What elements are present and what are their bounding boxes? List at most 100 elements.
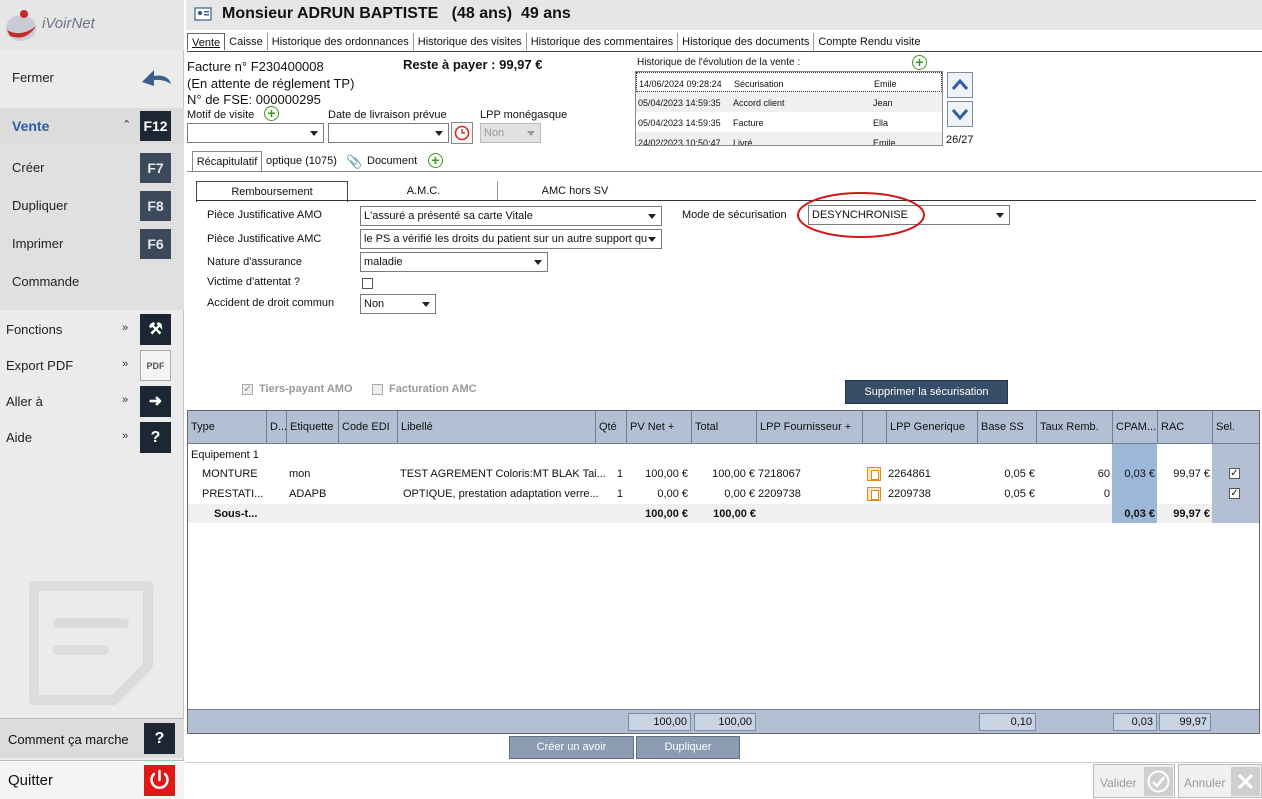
th-lpp-icon[interactable] — [862, 411, 886, 444]
nature-select[interactable]: maladie — [360, 252, 548, 272]
th-lpp-fournisseur[interactable]: LPP Fournisseur + — [756, 411, 862, 444]
victime-checkbox[interactable] — [362, 278, 373, 289]
inner-tab-divider — [196, 200, 1256, 201]
th-base-ss[interactable]: Base SS — [977, 411, 1036, 444]
history-down-button[interactable] — [947, 101, 973, 127]
back-arrow-icon — [142, 70, 171, 86]
history-date: 14/06/2024 09:28:24 — [639, 79, 722, 89]
th-cpam[interactable]: CPAM... — [1112, 411, 1157, 444]
history-action: Accord client — [733, 98, 785, 108]
power-icon — [144, 765, 175, 796]
annuler-button[interactable]: Annuler — [1178, 764, 1262, 798]
history-row[interactable]: 24/02/2023 10:50:47 Livré Emile — [636, 132, 942, 146]
tab-optique[interactable]: optique (1075) — [266, 151, 337, 171]
accident-label: Accident de droit commun — [207, 297, 335, 309]
tab-historique-visites[interactable]: Historique des visites — [414, 33, 527, 50]
row-select-checkbox[interactable]: ✓ — [1229, 468, 1240, 479]
tab-recapitulatif[interactable]: Récapitulatif — [192, 151, 262, 171]
th-type[interactable]: Type — [188, 411, 266, 444]
cell-lpp-generique: 2209738 — [888, 488, 931, 500]
tab-remboursement[interactable]: Remboursement — [196, 181, 348, 202]
fse-number: N° de FSE: 000000295 — [187, 92, 321, 107]
accident-select[interactable]: Non — [360, 294, 436, 314]
add-motif-icon[interactable]: + — [264, 106, 279, 121]
quitter-button[interactable]: Quitter — [0, 760, 184, 799]
tiers-payant-checkbox[interactable]: ✓ — [242, 384, 253, 395]
motif-select[interactable] — [187, 123, 324, 143]
cell-type: MONTURE — [202, 468, 258, 480]
footer-cpam: 0,03 — [1113, 713, 1157, 731]
th-qte[interactable]: Qté — [595, 411, 626, 444]
copy-lpp-icon[interactable] — [867, 487, 881, 501]
f6-key-icon: F6 — [140, 229, 171, 259]
row-select-checkbox[interactable]: ✓ — [1229, 488, 1240, 499]
footer-base-ss: 0,10 — [979, 713, 1036, 731]
tab-amc[interactable]: A.M.C. — [350, 181, 498, 201]
tab-divider — [187, 51, 1262, 52]
tab-caisse[interactable]: Caisse — [225, 33, 268, 50]
lpp-monegasque-label: LPP monégasque — [480, 109, 568, 121]
add-history-icon[interactable]: + — [912, 55, 927, 70]
tab-vente[interactable]: Vente — [187, 33, 226, 50]
history-action: Livré — [733, 138, 753, 146]
table-row[interactable]: MONTURE mon TEST AGREMENT Coloris:MT BLA… — [188, 464, 1259, 484]
tab-historique-commentaires[interactable]: Historique des commentaires — [527, 33, 679, 50]
aide-section[interactable]: Aide » ? — [0, 420, 184, 456]
aller-a-section[interactable]: Aller à » ➜ — [0, 384, 184, 420]
lines-table: Type D... Etiquette Code EDI Libellé Qté… — [187, 410, 1260, 734]
dupliquer-button[interactable]: Dupliquer F8 — [0, 188, 184, 224]
valider-button[interactable]: Valider — [1093, 764, 1175, 798]
history-row[interactable]: 05/04/2023 14:59:35 Accord client Jean — [636, 92, 942, 112]
th-pv-net[interactable]: PV Net + — [626, 411, 691, 444]
imprimer-button[interactable]: Imprimer F6 — [0, 226, 184, 262]
aller-a-label: Aller à — [6, 394, 43, 409]
th-code-edi[interactable]: Code EDI — [338, 411, 397, 444]
subtotal-label: Sous-t... — [214, 508, 258, 520]
export-pdf-section[interactable]: Export PDF » PDF — [0, 348, 184, 384]
amc-select[interactable]: le PS a vérifié les droits du patient su… — [360, 229, 662, 249]
tab-historique-ordonnances[interactable]: Historique des ordonnances — [268, 33, 414, 50]
th-lpp-generique[interactable]: LPP Generique — [886, 411, 977, 444]
facturation-amc-checkbox[interactable] — [372, 384, 383, 395]
creer-label: Créer — [12, 160, 45, 175]
history-up-button[interactable] — [947, 72, 973, 98]
commande-button[interactable]: Commande — [0, 264, 184, 300]
f12-key-icon: F12 — [140, 111, 171, 141]
date-livraison-label: Date de livraison prévue — [328, 109, 447, 121]
date-livraison-select[interactable] — [328, 123, 449, 143]
history-row[interactable]: 05/04/2023 14:59:35 Facture Ella — [636, 112, 942, 132]
annuler-label: Annuler — [1184, 776, 1226, 790]
creer-button[interactable]: Créer F7 — [0, 150, 184, 186]
dupliquer-action-button[interactable]: Dupliquer — [636, 736, 740, 759]
th-total[interactable]: Total — [691, 411, 756, 444]
nature-label: Nature d'assurance — [207, 256, 303, 268]
th-rac[interactable]: RAC — [1157, 411, 1212, 444]
fonctions-section[interactable]: Fonctions » ⚒ — [0, 312, 184, 348]
cell-type: PRESTATI... — [202, 488, 264, 500]
tab-document[interactable]: Document — [367, 151, 417, 171]
clock-button[interactable] — [451, 122, 473, 144]
logo: iVoirNet — [0, 0, 184, 50]
th-sel[interactable]: Sel. — [1212, 411, 1259, 444]
comment-ca-marche-button[interactable]: Comment ça marche ? — [0, 718, 184, 758]
th-taux-remb[interactable]: Taux Remb. — [1036, 411, 1112, 444]
th-libelle[interactable]: Libellé — [397, 411, 595, 444]
table-row[interactable]: PRESTATI... ADAPB OPTIQUE, prestation ad… — [188, 484, 1259, 504]
lpp-monegasque-select[interactable]: Non — [480, 123, 541, 143]
supprimer-securisation-button[interactable]: Supprimer la sécurisation — [845, 380, 1008, 404]
th-d[interactable]: D... — [266, 411, 286, 444]
facture-number: Facture n° F230400008 — [187, 59, 324, 74]
amo-select[interactable]: L'assuré a présenté sa carte Vitale — [360, 206, 662, 226]
vente-section[interactable]: Vente ⌃ F12 — [0, 108, 184, 144]
copy-lpp-icon[interactable] — [867, 467, 881, 481]
history-row[interactable]: 14/06/2024 09:28:24 Sécurisation Emile — [636, 72, 942, 92]
add-tab-icon[interactable]: + — [428, 153, 443, 168]
tab-amc-hors-sv[interactable]: AMC hors SV — [500, 181, 650, 201]
main-tabs: Vente Caisse Historique des ordonnances … — [187, 33, 924, 53]
th-etiquette[interactable]: Etiquette — [286, 411, 338, 444]
tab-historique-documents[interactable]: Historique des documents — [678, 33, 815, 50]
logo-text: iVoirNet — [42, 15, 95, 32]
tab-compte-rendu[interactable]: Compte Rendu visite — [814, 33, 924, 50]
fermer-button[interactable]: Fermer — [0, 60, 184, 96]
creer-avoir-button[interactable]: Créer un avoir — [509, 736, 634, 759]
